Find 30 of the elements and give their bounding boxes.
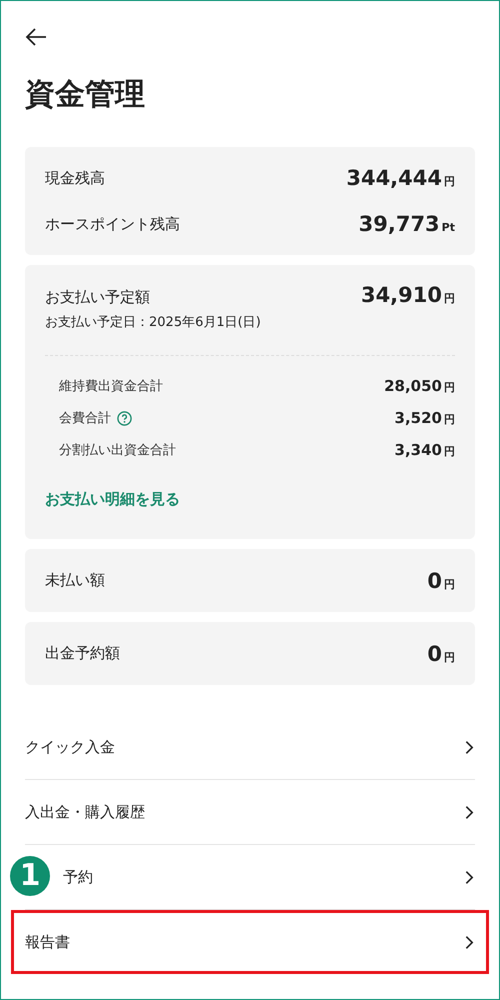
balance-label: ホースポイント残高 [45, 214, 180, 234]
chevron-right-icon [465, 804, 474, 820]
breakdown-amount: 28,050 円 [384, 377, 455, 395]
menu-item[interactable]: 報告書 [11, 910, 489, 974]
page-title: 資金管理 [25, 77, 146, 113]
step-badge: 1 [10, 856, 50, 896]
menu-item[interactable]: 予約 [52, 845, 489, 909]
balance-amount: 344,444 円 [346, 166, 455, 190]
chevron-right-icon [465, 934, 474, 950]
summary-amount: 0 円 [427, 642, 455, 666]
help-icon[interactable] [117, 410, 132, 426]
back-icon[interactable] [25, 28, 47, 46]
payment-amount: 34,910 円 [360, 283, 455, 307]
payment-details-link[interactable]: お支払い明細を見る [45, 490, 180, 509]
menu-item[interactable]: 入出金・購入履歴 [11, 780, 489, 844]
chevron-right-icon [465, 740, 474, 754]
menu-item[interactable]: クイック入金 [11, 715, 489, 779]
balance-amount: 39,773 Pt [358, 212, 455, 236]
chevron-right-icon [465, 870, 474, 884]
summary-amount: 0 円 [427, 568, 455, 592]
breakdown-label: 会費合計 [59, 410, 111, 427]
payment-label: お支払い予定額 [45, 288, 150, 307]
summary-label: 未払い額 [45, 571, 105, 590]
breakdown-amount: 3,520 円 [394, 409, 455, 427]
payment-date: お支払い予定日：2025年6月1日(日) [45, 314, 262, 331]
summary-label: 出金予約額 [45, 644, 120, 663]
breakdown-amount: 3,340 円 [394, 441, 455, 459]
breakdown-label: 分割払い出資金合計 [59, 442, 176, 459]
breakdown-label: 維持費出資金合計 [59, 378, 163, 395]
balance-label: 現金残高 [45, 168, 105, 188]
